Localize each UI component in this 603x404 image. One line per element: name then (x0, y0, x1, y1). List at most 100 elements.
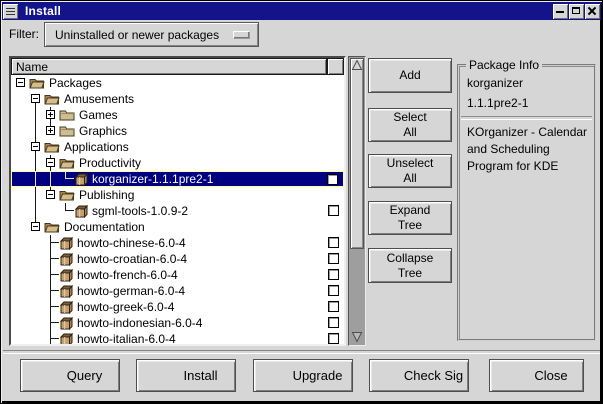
package-icon (59, 237, 73, 250)
package-icon (59, 285, 73, 298)
folder-open-icon (29, 77, 45, 89)
upgrade-icon (264, 366, 284, 386)
package-icon (59, 253, 73, 266)
maximize-button[interactable] (569, 4, 584, 19)
tree-row[interactable]: howto-chinese-6.0-4 (11, 235, 344, 251)
row-checkbox[interactable] (328, 253, 339, 264)
folder-open-icon (44, 141, 60, 153)
minimize-glyph-icon (556, 11, 564, 13)
expander-icon[interactable] (46, 190, 55, 199)
tree-row[interactable]: Applications (11, 139, 344, 155)
tree-row[interactable]: Graphics (11, 123, 344, 139)
tree-row[interactable]: howto-french-6.0-4 (11, 267, 344, 283)
tree-row[interactable]: howto-italian-6.0-4 (11, 331, 344, 346)
scroll-up-icon[interactable] (351, 59, 363, 71)
tree-row[interactable]: howto-german-6.0-4 (11, 283, 344, 299)
package-icon (59, 269, 73, 282)
unselect-all-button[interactable]: Unselect All (368, 154, 452, 188)
scroll-down-icon[interactable] (351, 331, 363, 343)
filter-dropdown[interactable]: Uninstalled or newer packages (44, 22, 259, 47)
upgrade-button[interactable]: Upgrade (253, 359, 353, 392)
row-checkbox[interactable] (327, 174, 338, 185)
row-checkbox[interactable] (328, 237, 339, 248)
tree-row-label: Games (79, 108, 118, 122)
tree-row-label: Publishing (79, 188, 134, 202)
window-title: Install (25, 4, 553, 18)
tree-row-label: Applications (64, 140, 129, 154)
tree-row-label: howto-german-6.0-4 (77, 284, 185, 298)
tree-row-label: howto-indonesian-6.0-4 (77, 316, 202, 330)
dropdown-indicator-icon (233, 31, 249, 38)
folder-open-icon (44, 93, 60, 105)
filter-label: Filter: (9, 27, 39, 41)
expander-icon[interactable] (46, 126, 55, 135)
expander-icon[interactable] (31, 142, 40, 151)
filter-value: Uninstalled or newer packages (55, 28, 233, 42)
tree-row[interactable]: Amusements (11, 91, 344, 107)
tree-row[interactable]: howto-croatian-6.0-4 (11, 251, 344, 267)
tree-row[interactable]: korganizer-1.1.1pre2-1 (11, 171, 344, 187)
column-header-stub[interactable] (327, 58, 344, 75)
tree-row-label: Amusements (64, 92, 134, 106)
tree-row-label: howto-croatian-6.0-4 (77, 252, 187, 266)
minimize-button[interactable] (553, 4, 568, 19)
row-checkbox[interactable] (328, 333, 339, 344)
tree-row[interactable]: Games (11, 107, 344, 123)
install-button[interactable]: Install (136, 359, 236, 392)
package-icon (59, 333, 73, 346)
tree-row-label: howto-italian-6.0-4 (77, 332, 176, 346)
tree-row-label: howto-french-6.0-4 (77, 268, 178, 282)
tree-row-label: Productivity (79, 156, 141, 170)
package-icon (59, 317, 73, 330)
row-checkbox[interactable] (328, 205, 339, 216)
folder-open-icon (44, 221, 60, 233)
tree-row[interactable]: sgml-tools-1.0.9-2 (11, 203, 344, 219)
tree-row-label: howto-greek-6.0-4 (77, 300, 174, 314)
tree-row-label: Packages (49, 76, 102, 90)
tree-row-label: sgml-tools-1.0.9-2 (92, 204, 188, 218)
query-button[interactable]: Query (20, 359, 120, 392)
close-button[interactable] (585, 4, 600, 19)
close-button-label: Close (534, 368, 567, 383)
package-icon (59, 301, 73, 314)
tree-row[interactable]: Packages (11, 75, 344, 91)
expander-icon[interactable] (46, 110, 55, 119)
tree-row[interactable]: Productivity (11, 155, 344, 171)
tree-row-label: Graphics (79, 124, 127, 138)
add-button[interactable]: Add (368, 58, 452, 93)
select-all-button[interactable]: Select All (368, 108, 452, 142)
maximize-glyph-icon (572, 7, 580, 14)
tree-scrollbar[interactable] (348, 56, 366, 346)
collapse-tree-button[interactable]: Collapse Tree (368, 248, 452, 283)
expander-icon[interactable] (46, 158, 55, 167)
tree-row[interactable]: Publishing (11, 187, 344, 203)
expander-icon[interactable] (31, 94, 40, 103)
scrollbar-thumb[interactable] (350, 58, 364, 249)
expander-icon[interactable] (31, 222, 40, 231)
folder-open-icon (59, 157, 75, 169)
package-description: KOrganizer - Calendar and Scheduling Pro… (467, 124, 591, 175)
tree-row[interactable]: howto-indonesian-6.0-4 (11, 315, 344, 331)
column-header-name[interactable]: Name (11, 58, 327, 75)
row-checkbox[interactable] (328, 317, 339, 328)
expand-tree-button[interactable]: Expand Tree (368, 201, 452, 235)
row-checkbox[interactable] (328, 285, 339, 296)
package-version: 1.1.1pre2-1 (467, 96, 528, 110)
close-button[interactable]: Close (489, 359, 584, 392)
tree-row[interactable]: Documentation (11, 219, 344, 235)
tree-rows: Packages Amusements Games Graphics Applicati… (11, 75, 344, 346)
install-icon (155, 366, 175, 386)
folder-closed-icon (59, 109, 75, 121)
check-sig-button[interactable]: Check Sig (369, 359, 469, 392)
tree-header-row: Name (11, 58, 344, 75)
tree-row[interactable]: howto-greek-6.0-4 (11, 299, 344, 315)
package-icon (74, 173, 88, 186)
window-menu-icon[interactable] (3, 4, 18, 19)
expander-icon[interactable] (16, 78, 25, 87)
row-checkbox[interactable] (328, 269, 339, 280)
package-info-title: Package Info (466, 58, 542, 72)
tree-row-label: korganizer-1.1.1pre2-1 (92, 172, 213, 186)
row-checkbox[interactable] (328, 301, 339, 312)
titlebar[interactable]: Install (2, 2, 601, 20)
install-button-label: Install (184, 368, 218, 383)
